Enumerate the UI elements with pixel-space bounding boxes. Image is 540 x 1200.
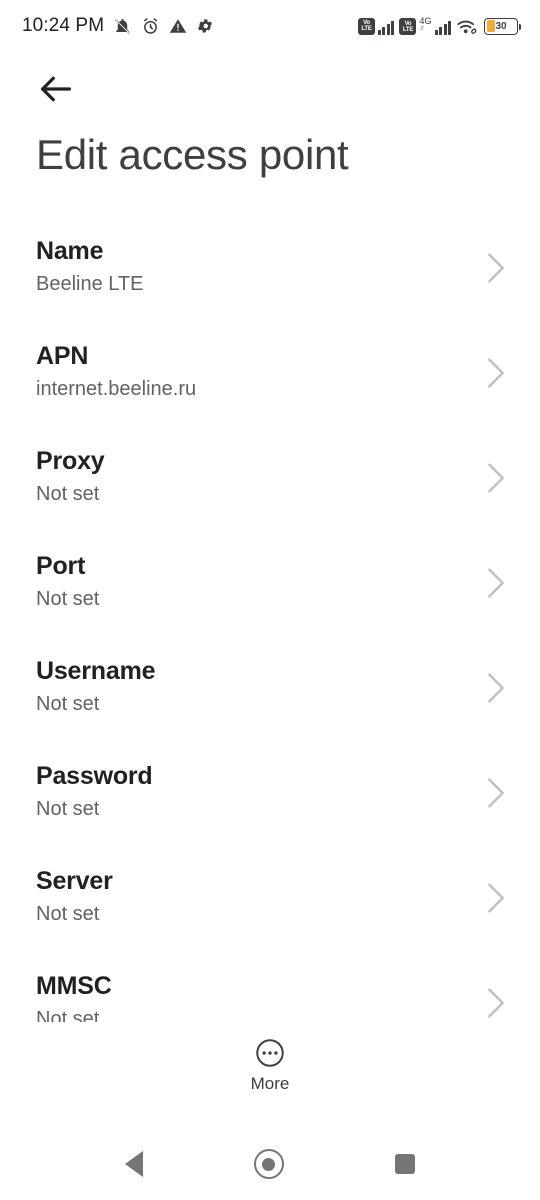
list-item[interactable]: Name Beeline LTE xyxy=(0,225,540,330)
list-item-value: Not set xyxy=(36,693,100,715)
list-item-value: Not set xyxy=(36,903,100,925)
signal-bars-sim1 xyxy=(377,19,395,35)
back-arrow-icon xyxy=(40,76,72,102)
bell-muted-icon xyxy=(115,18,131,34)
list-item-title: Server xyxy=(36,867,113,895)
list-item-title: Port xyxy=(36,552,86,580)
list-item-value: Not set xyxy=(36,798,100,820)
access-point-list[interactable]: Name Beeline LTE APN internet.beeline.ru… xyxy=(0,225,540,1022)
status-bar-right: Vo LTE Vo LTE 4G ⇵ 30 xyxy=(357,17,521,36)
list-item[interactable]: Proxy Not set xyxy=(0,435,540,540)
list-item[interactable]: Password Not set xyxy=(0,750,540,855)
chevron-right-icon xyxy=(488,883,504,913)
status-bar-left: 10:24 PM xyxy=(22,15,214,37)
chevron-right-icon xyxy=(488,778,504,808)
back-button[interactable] xyxy=(33,66,79,112)
chevron-right-icon xyxy=(488,568,504,598)
chevron-right-icon xyxy=(488,988,504,1018)
list-item[interactable]: Username Not set xyxy=(0,645,540,750)
gear-icon xyxy=(198,19,213,33)
overflow-circle-icon xyxy=(256,1039,284,1067)
list-item[interactable]: Port Not set xyxy=(0,540,540,645)
warning-icon xyxy=(169,19,187,33)
sim1-status: Vo LTE xyxy=(357,17,395,35)
status-bar-clock: 10:24 PM xyxy=(22,15,105,36)
chevron-right-icon xyxy=(488,253,504,283)
list-item-title: APN xyxy=(36,342,89,370)
chevron-right-icon xyxy=(488,358,504,388)
page-title: Edit access point xyxy=(36,131,349,178)
chevron-right-icon xyxy=(488,673,504,703)
network-type-label: 4G ⇵ xyxy=(419,16,432,33)
volte-icon: Vo LTE xyxy=(357,17,375,35)
nav-home-icon[interactable] xyxy=(253,1149,284,1179)
nav-recents-icon[interactable] xyxy=(394,1154,415,1174)
list-item-value: Beeline LTE xyxy=(36,273,144,295)
list-item-title: Proxy xyxy=(36,447,105,475)
list-item[interactable]: MMSC Not set xyxy=(0,960,540,1022)
battery-icon: 30 xyxy=(484,17,521,35)
sim2-status: Vo LTE 4G ⇵ xyxy=(399,17,451,35)
volte-icon: Vo LTE xyxy=(399,18,417,35)
list-item[interactable]: Server Not set xyxy=(0,855,540,960)
wifi-icon xyxy=(457,20,477,34)
list-item[interactable]: APN internet.beeline.ru xyxy=(0,330,540,435)
battery-percent: 30 xyxy=(495,20,507,32)
nav-back-icon[interactable] xyxy=(125,1151,144,1177)
list-item-value: internet.beeline.ru xyxy=(36,378,197,400)
status-bar: 10:24 PM Vo LTE Vo LTE 4G ⇵ 30 xyxy=(0,0,540,52)
signal-bars-sim2 xyxy=(434,19,451,35)
chevron-right-icon xyxy=(488,463,504,493)
list-item-title: Name xyxy=(36,237,104,265)
list-item-value: Not set xyxy=(36,1008,100,1022)
more-button[interactable]: More xyxy=(0,1038,540,1094)
list-item-value: Not set xyxy=(36,588,100,610)
list-item-title: Username xyxy=(36,657,156,685)
list-item-title: Password xyxy=(36,762,153,790)
list-item-title: MMSC xyxy=(36,972,112,1000)
list-item-value: Not set xyxy=(36,483,100,505)
alarm-icon xyxy=(144,17,158,34)
more-label: More xyxy=(250,1074,290,1093)
navigation-bar xyxy=(0,1128,540,1200)
data-arrows-icon: ⇵ xyxy=(419,26,425,32)
